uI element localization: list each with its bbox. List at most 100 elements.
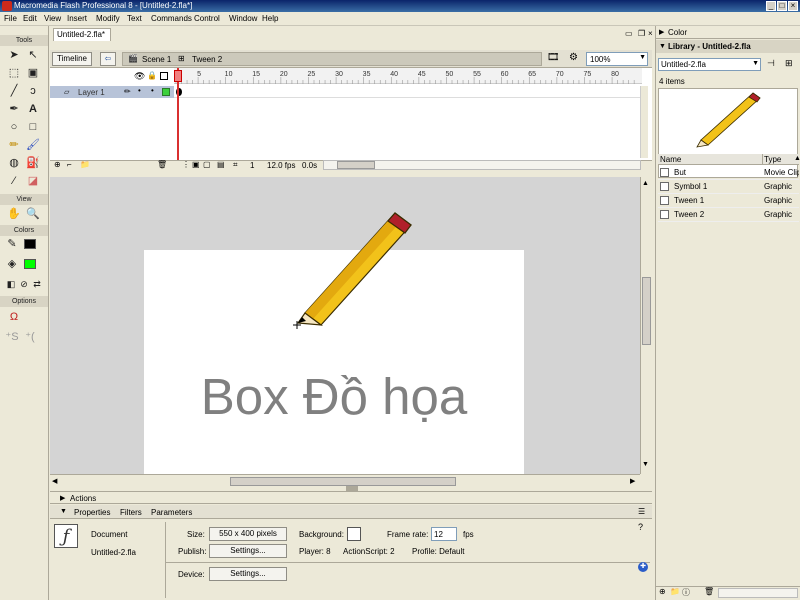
pencil-graphic[interactable] [50, 177, 640, 474]
pasteboard[interactable]: Box Đồ họa [50, 177, 640, 474]
stroke-color-swatch[interactable] [24, 239, 36, 249]
timeline-button[interactable]: Timeline [52, 52, 92, 66]
background-color-swatch[interactable] [347, 527, 361, 541]
menu-modify[interactable]: Modify [96, 14, 120, 23]
library-item[interactable]: Symbol 1 Graphic [658, 180, 799, 194]
onion-outline-icon[interactable]: ▢ [203, 160, 211, 169]
tab-parameters[interactable]: Parameters [151, 508, 192, 517]
edit-scene-icon[interactable]: 🎞 [547, 52, 560, 63]
menu-insert[interactable]: Insert [67, 14, 87, 23]
delete-layer-icon[interactable]: 🗑 [157, 160, 167, 169]
smooth-icon[interactable]: ⁺S [4, 329, 20, 345]
properties-icon[interactable]: ⓘ [682, 587, 690, 598]
framerate-input[interactable]: 12 [431, 527, 457, 541]
doc-close-icon[interactable]: × [648, 29, 653, 38]
fill-transform-tool-icon[interactable]: ▣ [25, 65, 41, 81]
menu-commands[interactable]: Commands [151, 14, 192, 23]
swap-colors-icon[interactable]: ⇄ [29, 276, 45, 292]
playhead-handle[interactable] [174, 70, 182, 82]
snap-magnet-icon[interactable]: Ω [6, 309, 22, 325]
outline-icon[interactable] [160, 72, 168, 80]
stage-hscroll-thumb[interactable] [230, 477, 456, 486]
new-folder-icon[interactable]: 📁 [670, 587, 680, 596]
library-item[interactable]: Tween 1 Graphic [658, 194, 799, 208]
menu-edit[interactable]: Edit [23, 14, 37, 23]
color-panel-header[interactable]: ▶ Color [656, 26, 800, 39]
menu-text[interactable]: Text [127, 14, 142, 23]
zoom-tool-icon[interactable]: 🔍 [25, 206, 41, 222]
library-item[interactable]: Tween 2 Graphic [658, 208, 799, 222]
modify-markers-icon[interactable]: ⌗ [233, 160, 238, 170]
layer-visible-dot[interactable]: • [138, 86, 141, 95]
selection-tool-icon[interactable]: ➤ [6, 47, 22, 63]
onion-skin-icon[interactable]: ▣ [192, 160, 200, 169]
scroll-left-icon[interactable]: ◀ [52, 477, 57, 485]
doc-minimize-icon[interactable]: ▭ [625, 29, 633, 38]
stage-hscroll[interactable]: ◀ ▶ [50, 474, 640, 488]
ink-bottle-tool-icon[interactable]: ◍ [6, 155, 22, 171]
tab-properties[interactable]: Properties [74, 508, 110, 517]
pen-tool-icon[interactable]: ✒ [6, 101, 22, 117]
menu-help[interactable]: Help [262, 14, 278, 23]
size-button[interactable]: 550 x 400 pixels [209, 527, 287, 541]
edit-multiple-icon[interactable]: ▤ [217, 160, 225, 169]
eraser-tool-icon[interactable]: ◪ [25, 173, 41, 189]
menu-file[interactable]: File [4, 14, 17, 23]
eyedropper-tool-icon[interactable]: ⁄ [6, 173, 22, 189]
stage-vscroll[interactable]: ▲ ▼ [640, 177, 652, 474]
layer-frames[interactable] [174, 86, 642, 98]
library-panel-header[interactable]: ▼ Library - Untitled-2.fla [656, 40, 800, 53]
layer-name[interactable]: Layer 1 [78, 88, 105, 97]
collapse-arrow-icon[interactable]: ▼ [60, 508, 67, 515]
help-icon[interactable]: ? [638, 522, 643, 532]
lock-icon[interactable]: 🔒 [147, 71, 157, 80]
lasso-tool-icon[interactable]: ↄ [25, 83, 41, 99]
line-tool-icon[interactable]: ╱ [6, 83, 22, 99]
menu-window[interactable]: Window [229, 14, 257, 23]
paint-bucket-tool-icon[interactable]: ⛽ [25, 155, 41, 171]
center-frame-icon[interactable]: ⋮ [182, 160, 190, 169]
pencil-tool-icon[interactable]: ✏ [6, 137, 22, 153]
pin-library-icon[interactable]: ⊣ [767, 58, 775, 69]
library-hscroll[interactable] [718, 588, 798, 598]
publish-settings-button[interactable]: Settings... [209, 544, 287, 558]
close-button[interactable]: × [788, 1, 798, 11]
brush-tool-icon[interactable]: 🖌 [25, 137, 41, 153]
oval-tool-icon[interactable]: ○ [6, 119, 22, 135]
device-settings-button[interactable]: Settings... [209, 567, 287, 581]
scene-breadcrumb[interactable]: Scene 1 [142, 55, 171, 64]
doc-restore-icon[interactable]: ❐ [638, 29, 645, 38]
actions-panel-header[interactable]: ▶ Actions [50, 491, 652, 504]
scroll-up-icon[interactable]: ▲ [642, 180, 649, 187]
tab-filters[interactable]: Filters [120, 508, 142, 517]
minimize-button[interactable]: _ [766, 1, 776, 11]
layer-lock-dot[interactable]: • [151, 86, 154, 95]
maximize-button[interactable]: □ [777, 1, 787, 11]
col-name[interactable]: Name [660, 155, 681, 164]
edit-symbol-icon[interactable]: ⚙ [569, 52, 578, 63]
scroll-down-icon[interactable]: ▼ [642, 461, 649, 468]
insert-layer-icon[interactable]: ⊕ [54, 160, 61, 169]
subselection-tool-icon[interactable]: ↖ [25, 47, 41, 63]
zoom-select[interactable]: 100% ▼ [586, 52, 648, 66]
timeline-hscroll-thumb[interactable] [337, 161, 375, 169]
col-type[interactable]: Type [764, 155, 781, 164]
scroll-right-icon[interactable]: ▶ [630, 477, 635, 485]
back-arrow-icon[interactable]: ⇦ [100, 52, 116, 66]
panel-options-icon[interactable]: ☰ [638, 507, 645, 516]
add-guide-icon[interactable]: ⌐ [67, 160, 72, 169]
sort-icon[interactable]: ▲ [794, 155, 800, 162]
symbol-breadcrumb[interactable]: Tween 2 [192, 55, 222, 64]
new-symbol-icon[interactable]: ⊕ [659, 587, 666, 596]
layer-outline-color[interactable] [162, 88, 170, 96]
library-select[interactable]: Untitled-2.fla ▼ [658, 58, 761, 71]
fill-color-swatch[interactable] [24, 259, 36, 269]
free-transform-tool-icon[interactable]: ⬚ [6, 65, 22, 81]
timeline-vscroll[interactable] [640, 86, 648, 158]
insert-folder-icon[interactable]: 📁 [80, 160, 90, 169]
stage-vscroll-thumb[interactable] [642, 277, 651, 345]
layer-row[interactable]: ▱ Layer 1 ✏ • • [50, 86, 650, 98]
document-tab[interactable]: Untitled-2.fla* [53, 28, 111, 41]
menu-view[interactable]: View [44, 14, 61, 23]
new-library-panel-icon[interactable]: ⊞ [785, 58, 793, 69]
